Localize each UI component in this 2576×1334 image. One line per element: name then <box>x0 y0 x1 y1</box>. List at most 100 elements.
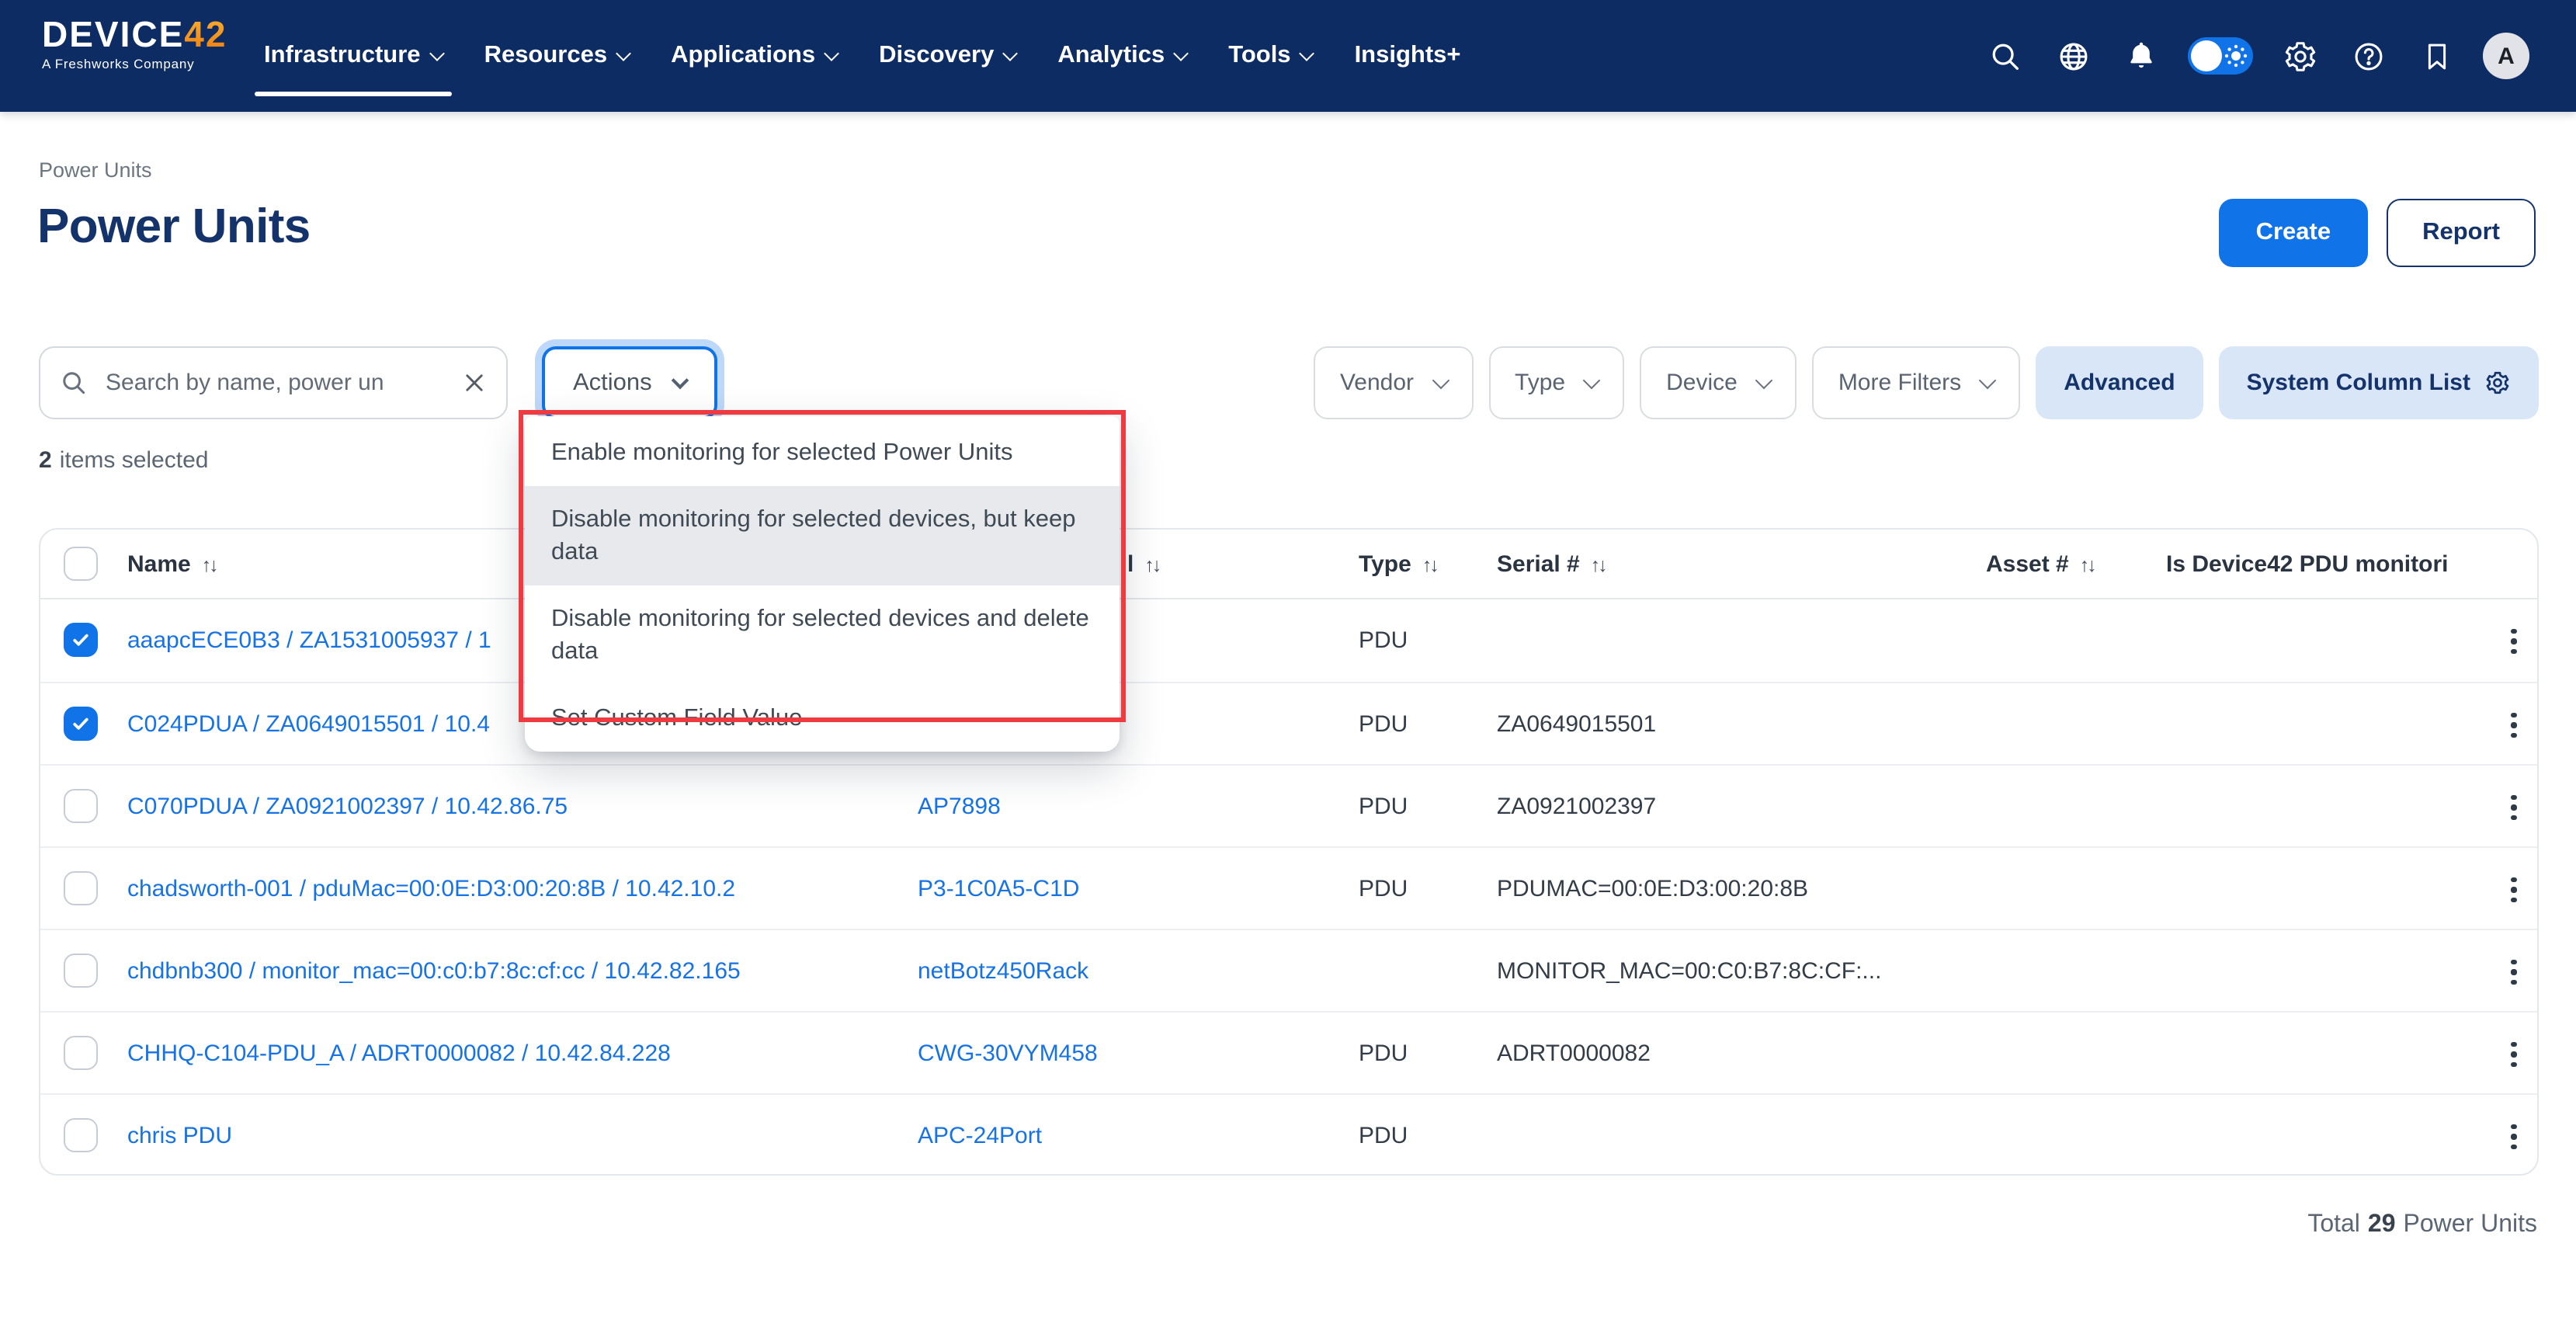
row-actions-kebab[interactable] <box>2494 1117 2534 1157</box>
table-row: C024PDUA / ZA0649015501 / 10.4 PDU ZA064… <box>40 682 2537 764</box>
actions-menu-item[interactable]: Enable monitoring for selected Power Uni… <box>525 419 1120 486</box>
power-units-page: DEVICE42 A Freshworks Company Infrastruc… <box>0 0 2576 1334</box>
create-button[interactable]: Create <box>2219 199 2369 267</box>
user-avatar[interactable]: A <box>2483 33 2529 79</box>
search-input[interactable] <box>102 368 447 398</box>
row-actions-kebab[interactable] <box>2494 870 2534 910</box>
advanced-button[interactable]: Advanced <box>2036 346 2203 419</box>
nav-item-insights-[interactable]: Insights+ <box>1355 42 1461 70</box>
actions-dropdown-button[interactable]: Actions <box>542 346 717 419</box>
nav-item-tools[interactable]: Tools <box>1228 42 1312 70</box>
report-button[interactable]: Report <box>2387 199 2536 267</box>
sort-icon[interactable]: ↑↓ <box>1422 554 1437 575</box>
type-cell: PDU <box>1359 1013 1408 1095</box>
row-checkbox[interactable] <box>64 1036 98 1070</box>
power-unit-name-link[interactable]: CHHQ-C104-PDU_A / ADRT0000082 / 10.42.84… <box>127 1013 671 1095</box>
device-link[interactable]: netBotz450Rack <box>918 930 1088 1013</box>
type-cell: PDU <box>1359 683 1408 766</box>
breadcrumb[interactable]: Power Units <box>39 158 152 182</box>
filter-dropdown-more-filters[interactable]: More Filters <box>1812 346 2020 419</box>
gear-icon[interactable] <box>2278 34 2321 78</box>
actions-menu-item[interactable]: Disable monitoring for selected devices … <box>525 585 1120 685</box>
page-title: Power Units <box>37 199 311 255</box>
bookmark-icon[interactable] <box>2415 34 2458 78</box>
device-link[interactable]: AP7898 <box>918 766 1001 848</box>
column-header-type[interactable]: Type↑↓ <box>1359 530 1437 599</box>
chevron-down-icon <box>1002 45 1018 61</box>
head-buttons: Create Report <box>2219 199 2536 267</box>
device-link[interactable]: CWG-30VYM458 <box>918 1013 1098 1095</box>
device-link[interactable]: P3-1C0A5-C1D <box>918 848 1079 930</box>
row-checkbox[interactable] <box>64 1118 98 1152</box>
row-actions-kebab[interactable] <box>2494 1034 2534 1075</box>
power-unit-name-link[interactable]: chdbnb300 / monitor_mac=00:c0:b7:8c:cf:c… <box>127 930 741 1013</box>
row-checkbox[interactable] <box>64 954 98 988</box>
chevron-down-icon <box>1173 45 1189 61</box>
filter-dropdown-vendor[interactable]: Vendor <box>1314 346 1473 419</box>
nav-item-resources[interactable]: Resources <box>484 42 630 70</box>
help-icon[interactable] <box>2346 34 2390 78</box>
search-icon[interactable] <box>1983 34 2026 78</box>
nav-item-analytics[interactable]: Analytics <box>1057 42 1186 70</box>
filter-dropdown-type[interactable]: Type <box>1488 346 1624 419</box>
row-actions-kebab[interactable] <box>2494 705 2534 745</box>
sun-icon <box>2224 43 2248 68</box>
row-checkbox[interactable] <box>64 707 98 741</box>
serial-cell: ZA0649015501 <box>1497 683 1656 766</box>
serial-cell: ADRT0000082 <box>1497 1013 1651 1095</box>
chevron-down-icon <box>1979 371 1997 389</box>
row-checkbox[interactable] <box>64 789 98 823</box>
row-actions-kebab[interactable] <box>2494 787 2534 828</box>
row-actions-kebab[interactable] <box>2494 952 2534 992</box>
type-cell: PDU <box>1359 766 1408 848</box>
filter-dropdown-device[interactable]: Device <box>1640 346 1797 419</box>
chevron-down-icon <box>616 45 631 61</box>
row-checkbox[interactable] <box>64 871 98 905</box>
bell-icon[interactable] <box>2119 34 2163 78</box>
chevron-down-icon <box>429 45 445 61</box>
column-header-name[interactable]: Name↑↓ <box>127 530 217 599</box>
nav-item-applications[interactable]: Applications <box>671 42 837 70</box>
sort-icon[interactable]: ↑↓ <box>1591 554 1606 575</box>
power-unit-name-link[interactable]: C070PDUA / ZA0921002397 / 10.42.86.75 <box>127 766 568 848</box>
nav-item-discovery[interactable]: Discovery <box>879 42 1015 70</box>
toggle-knob <box>2191 40 2222 71</box>
nav-menus: Infrastructure Resources Applications Di… <box>264 0 1461 112</box>
actions-menu: Enable monitoring for selected Power Uni… <box>525 416 1120 752</box>
device-link[interactable]: APC-24Port <box>918 1095 1042 1176</box>
table-row: CHHQ-C104-PDU_A / ADRT0000082 / 10.42.84… <box>40 1011 2537 1093</box>
power-unit-name-link[interactable]: chris PDU <box>127 1095 232 1176</box>
table-body: aaapcECE0B3 / ZA1531005937 / 1 PDU C024P… <box>40 599 2537 1176</box>
system-column-list-button[interactable]: System Column List <box>2219 346 2539 419</box>
device42-logo[interactable]: DEVICE42 A Freshworks Company <box>42 16 259 71</box>
globe-icon[interactable] <box>2051 34 2095 78</box>
sort-icon[interactable]: ↑↓ <box>1144 554 1159 575</box>
column-header-is-device42-pdu-monitoring[interactable]: Is Device42 PDU monitori <box>2166 530 2448 599</box>
table-row: C070PDUA / ZA0921002397 / 10.42.86.75 AP… <box>40 764 2537 846</box>
sort-icon[interactable]: ↑↓ <box>2080 554 2095 575</box>
nav-item-infrastructure[interactable]: Infrastructure <box>264 42 443 70</box>
power-unit-name-link[interactable]: aaapcECE0B3 / ZA1531005937 / 1 <box>127 599 491 682</box>
gear-icon <box>2484 370 2511 396</box>
search-box <box>39 346 508 419</box>
column-header-asset[interactable]: Asset #↑↓ <box>1986 530 2095 599</box>
power-unit-name-link[interactable]: chadsworth-001 / pduMac=00:0E:D3:00:20:8… <box>127 848 735 930</box>
actions-menu-item[interactable]: Disable monitoring for selected devices,… <box>525 486 1120 585</box>
select-all-checkbox[interactable] <box>64 547 98 581</box>
table-header: Name↑↓ l↑↓ Type↑↓ Serial #↑↓ Asset #↑↓ I… <box>40 530 2537 599</box>
sort-icon[interactable]: ↑↓ <box>202 554 217 575</box>
table-row: chris PDU APC-24Port PDU <box>40 1093 2537 1176</box>
actions-menu-item[interactable]: Set Custom Field Value <box>525 686 1120 752</box>
selection-count: 2items selected <box>39 447 208 474</box>
theme-toggle[interactable] <box>2188 37 2253 75</box>
clear-search-icon[interactable] <box>461 370 488 396</box>
row-actions-kebab[interactable] <box>2494 621 2534 662</box>
table-row: chdbnb300 / monitor_mac=00:c0:b7:8c:cf:c… <box>40 929 2537 1011</box>
nav-icons: A <box>1983 0 2529 112</box>
power-unit-name-link[interactable]: C024PDUA / ZA0649015501 / 10.4 <box>127 683 490 766</box>
row-checkbox[interactable] <box>64 623 98 657</box>
chevron-down-icon <box>1583 371 1601 389</box>
column-header-serial[interactable]: Serial #↑↓ <box>1497 530 1606 599</box>
actions-label: Actions <box>573 369 652 397</box>
column-header-obscured-fragment[interactable]: l↑↓ <box>1127 530 1159 599</box>
